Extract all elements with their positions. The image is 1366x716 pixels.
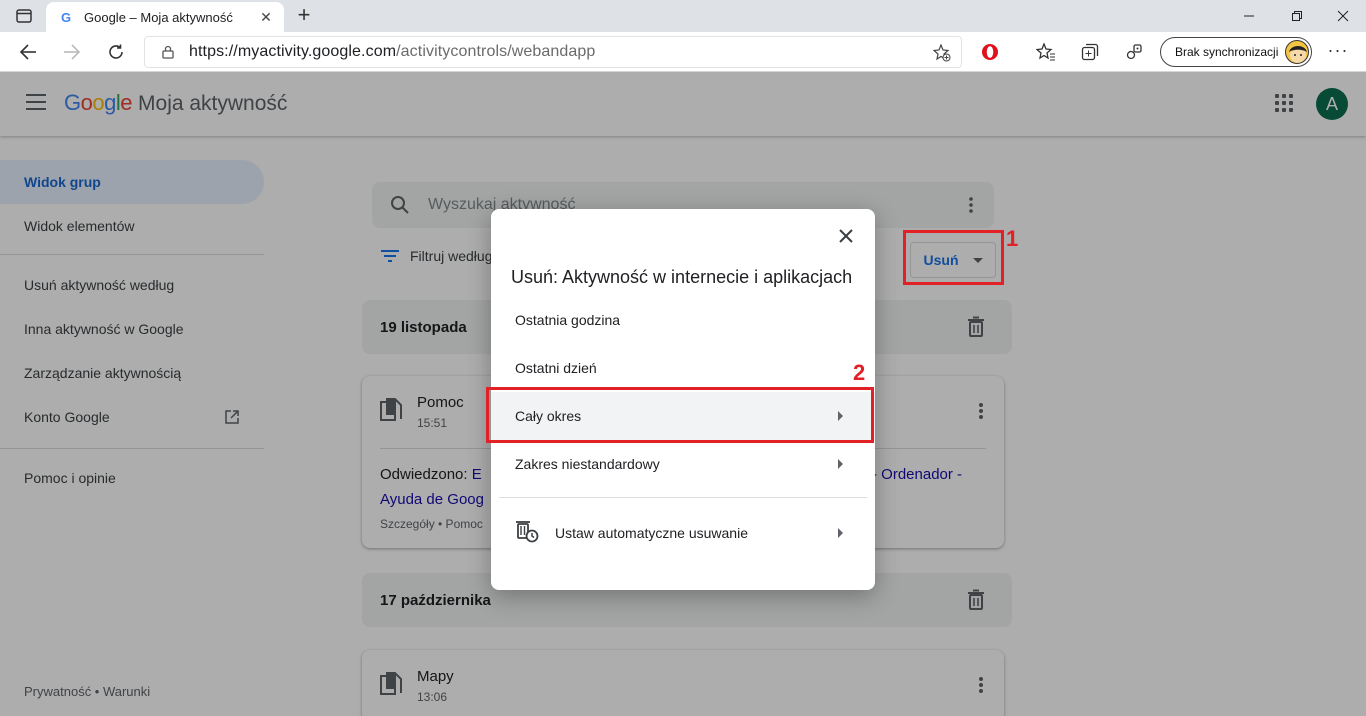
window-close-icon[interactable]: [1320, 0, 1366, 32]
extensions-icon[interactable]: [1122, 40, 1146, 64]
option-label: Ustaw automatyczne usuwanie: [555, 525, 748, 541]
new-tab-icon[interactable]: +: [292, 4, 316, 27]
option-auto-delete[interactable]: Ustaw automatyczne usuwanie: [491, 509, 875, 557]
minimize-icon[interactable]: [1226, 0, 1272, 32]
tab-close-icon[interactable]: ✕: [258, 9, 274, 26]
browser-tabbar: G Google – Moja aktywność ✕ +: [0, 0, 1366, 32]
add-favorite-icon[interactable]: [933, 44, 951, 62]
browser-tab-active[interactable]: G Google – Moja aktywność ✕: [46, 2, 284, 32]
url-host: https://myactivity.google.com: [189, 43, 397, 60]
browser-toolbar: https://myactivity.google.com/activityco…: [0, 32, 1366, 72]
annotation-number-1: 1: [1006, 226, 1019, 251]
annotation-box-1: [903, 230, 1004, 285]
option-last-hour[interactable]: Ostatnia godzina: [491, 296, 875, 344]
option-custom-range[interactable]: Zakres niestandardowy: [491, 440, 875, 488]
google-favicon-icon: G: [60, 9, 72, 25]
profile-avatar-icon: [1285, 40, 1309, 64]
sync-button[interactable]: Brak synchronizacji: [1160, 37, 1312, 67]
annotation-box-2: [486, 387, 874, 443]
option-label: Ostatnia godzina: [515, 312, 621, 328]
url-text: https://myactivity.google.com/activityco…: [189, 43, 595, 61]
address-bar[interactable]: https://myactivity.google.com/activityco…: [144, 36, 962, 68]
sync-label: Brak synchronizacji: [1175, 45, 1279, 59]
dialog-title: Usuń: Aktywność w internecie i aplikacja…: [511, 267, 853, 287]
dialog-divider: [499, 497, 867, 498]
back-icon[interactable]: [14, 38, 42, 66]
forward-icon[interactable]: [58, 38, 86, 66]
option-last-day[interactable]: Ostatni dzień: [491, 344, 875, 392]
auto-delete-icon: [516, 521, 539, 543]
chevron-right-icon: [838, 459, 843, 469]
url-path: /activitycontrols/webandapp: [396, 43, 596, 60]
tab-title: Google – Moja aktywność: [84, 9, 233, 25]
favorites-icon[interactable]: [1034, 40, 1058, 64]
chevron-right-icon: [838, 528, 843, 538]
option-label: Ostatni dzień: [515, 360, 597, 376]
restore-icon[interactable]: [1274, 0, 1320, 32]
tab-actions-icon[interactable]: [10, 5, 38, 27]
lock-icon: [162, 45, 174, 59]
browser-menu-icon[interactable]: ···: [1326, 40, 1350, 64]
collections-icon[interactable]: [1078, 40, 1102, 64]
close-icon[interactable]: [837, 227, 855, 245]
annotation-number-2: 2: [853, 360, 866, 385]
opera-extension-icon[interactable]: [978, 40, 1002, 64]
reload-icon[interactable]: [102, 38, 130, 66]
option-label: Zakres niestandardowy: [515, 456, 660, 472]
